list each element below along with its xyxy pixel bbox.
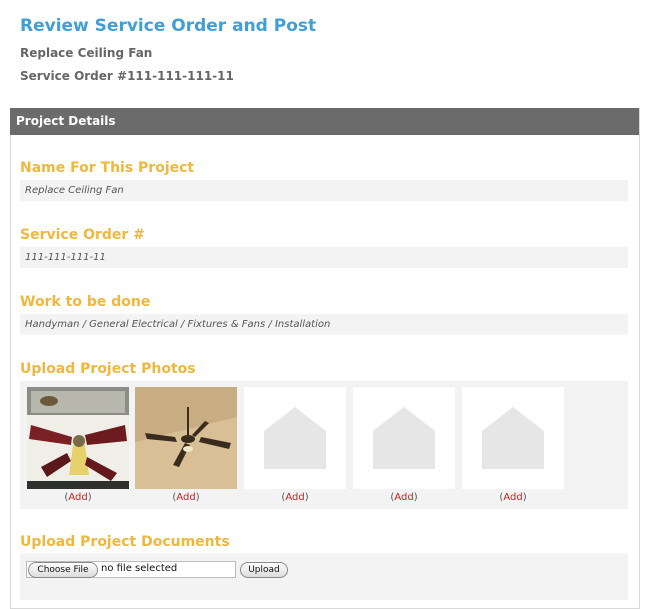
work-label: Work to be done xyxy=(20,294,151,310)
house-placeholder-icon xyxy=(482,407,544,469)
photo-thumbnail-ceiling-fan[interactable] xyxy=(135,387,237,489)
add-photo-link[interactable]: Add xyxy=(285,492,304,503)
ceiling-fan-photo-icon xyxy=(135,387,237,489)
add-photo-link[interactable]: Add xyxy=(176,492,195,503)
service-order-subtitle: Service Order #111-111-111-11 xyxy=(20,69,234,83)
file-status-text: no file selected xyxy=(101,563,178,574)
service-order-label: Service Order # xyxy=(20,227,145,243)
upload-documents-label: Upload Project Documents xyxy=(20,534,230,550)
page-title: Review Service Order and Post xyxy=(20,16,317,36)
project-name-value: Replace Ceiling Fan xyxy=(20,180,628,201)
add-photo-link[interactable]: Add xyxy=(394,492,413,503)
photo-placeholder[interactable] xyxy=(353,387,455,489)
photo-placeholder[interactable] xyxy=(244,387,346,489)
service-order-value: 111-111-111-11 xyxy=(20,247,628,268)
add-photo-link[interactable]: Add xyxy=(503,492,522,503)
work-value: Handyman / General Electrical / Fixtures… xyxy=(20,314,628,335)
photo-add-wrapper: (Add) xyxy=(390,492,418,503)
photo-add-wrapper: (Add) xyxy=(499,492,527,503)
house-placeholder-icon xyxy=(264,407,326,469)
project-details-header: Project Details xyxy=(10,108,639,135)
photo-add-wrapper: (Add) xyxy=(281,492,309,503)
add-photo-link[interactable]: Add xyxy=(68,492,87,503)
house-placeholder-icon xyxy=(373,407,435,469)
upload-photos-label: Upload Project Photos xyxy=(20,361,196,377)
project-name-subtitle: Replace Ceiling Fan xyxy=(20,46,153,60)
project-name-label: Name For This Project xyxy=(20,160,195,176)
choose-file-button[interactable]: Choose File xyxy=(28,562,98,578)
photo-thumbnail-fan-box[interactable] xyxy=(27,387,129,489)
photo-add-wrapper: (Add) xyxy=(172,492,200,503)
fan-box-photo-icon xyxy=(27,387,129,489)
photo-placeholder[interactable] xyxy=(462,387,564,489)
upload-button[interactable]: Upload xyxy=(240,562,288,578)
photo-add-wrapper: (Add) xyxy=(64,492,92,503)
